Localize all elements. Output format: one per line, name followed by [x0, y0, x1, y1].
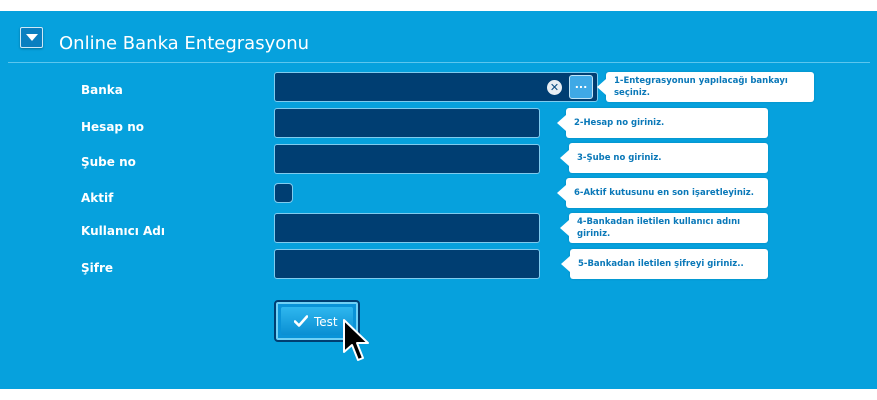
tooltip-password-text: 5-Bankadan iletilen şifreyi giriniz.. [578, 259, 744, 269]
test-button-label: Test [314, 315, 338, 329]
chevron-down-icon[interactable] [20, 27, 43, 48]
tooltip-active-text: 6-Aktif kutusunu en son işaretleyiniz. [574, 188, 754, 198]
account-no-input[interactable] [275, 109, 543, 139]
active-label: Aktif [81, 191, 114, 205]
tooltip-bank-text: 1-Entegrasyonun yapılacağı bankayı seçin… [614, 76, 788, 98]
username-label: Kullanıcı Adı [81, 224, 166, 238]
checkmark-icon [294, 315, 308, 327]
account-no-field[interactable] [274, 108, 543, 139]
password-input[interactable] [275, 250, 543, 280]
branch-no-field[interactable] [274, 144, 543, 175]
tooltip-username-text: 4-Bankadan iletilen kullanıcı adını giri… [577, 217, 741, 239]
branch-no-label: Şube no [81, 155, 136, 169]
password-label: Şifre [81, 261, 114, 275]
tooltip-branch-no-text: 3-Şube no giriniz. [577, 153, 662, 163]
branch-no-input[interactable] [275, 145, 543, 175]
tooltip-username: 4-Bankadan iletilen kullanıcı adını giri… [560, 213, 768, 243]
tooltip-branch-no: 3-Şube no giriniz. [560, 143, 768, 173]
page-title: Online Banka Entegrasyonu [59, 33, 310, 54]
tooltip-password: 5-Bankadan iletilen şifreyi giriniz.. [561, 249, 768, 279]
header-divider [8, 62, 870, 63]
username-input[interactable] [275, 214, 543, 244]
tooltip-active: 6-Aktif kutusunu en son işaretleyiniz. [557, 178, 768, 208]
username-field[interactable] [274, 213, 543, 244]
active-checkbox[interactable] [274, 183, 293, 203]
mouse-cursor-icon [343, 319, 369, 361]
password-field[interactable] [274, 249, 543, 280]
account-no-label: Hesap no [81, 120, 144, 134]
bank-lookup-button[interactable]: ... [569, 75, 593, 99]
panel-header: Online Banka Entegrasyonu [0, 11, 877, 62]
close-icon[interactable]: ✕ [547, 80, 562, 95]
tooltip-account-no-text: 2-Hesap no giriniz. [574, 118, 665, 128]
tooltip-account-no: 2-Hesap no giriniz. [557, 108, 768, 138]
tooltip-bank: 1-Entegrasyonun yapılacağı bankayı seçin… [597, 72, 814, 102]
bank-label: Banka [81, 83, 123, 97]
